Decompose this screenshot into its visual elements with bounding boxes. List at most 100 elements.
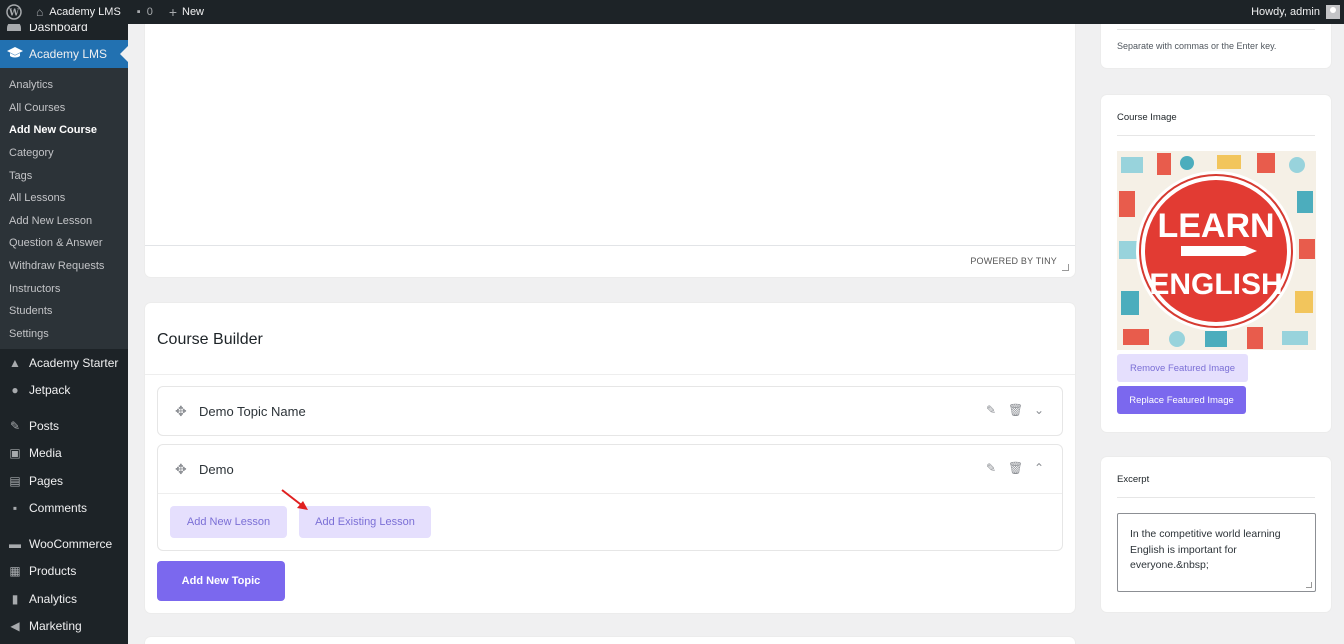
sidebar-item-media[interactable]: ▣ Media xyxy=(0,440,128,468)
tags-input-underline xyxy=(1117,29,1315,30)
trash-icon[interactable]: 🗑 xyxy=(1008,461,1023,475)
submenu-item-add-new-course[interactable]: Add New Course xyxy=(0,119,128,142)
sidebar-item-products[interactable]: ▦ Products xyxy=(0,558,128,586)
sidebar-item-pages[interactable]: ▤ Pages xyxy=(0,467,128,495)
comments-count: 0 xyxy=(146,6,153,18)
submenu-item-question-answer[interactable]: Question & Answer xyxy=(0,232,128,255)
site-name-label: Academy LMS xyxy=(49,6,121,18)
image-text-learn: LEARN xyxy=(1157,207,1274,245)
megaphone-icon: ◀ xyxy=(10,619,20,634)
textarea-resize-handle[interactable] xyxy=(1306,582,1312,588)
sidebar-item-label: Media xyxy=(29,446,62,461)
excerpt-textarea[interactable]: In the competitive world learning Englis… xyxy=(1117,513,1316,592)
featured-image: LEARN ENGLISH xyxy=(1117,151,1316,350)
drag-handle-icon[interactable]: ✥ xyxy=(175,403,187,420)
red-arrow-annotation-icon xyxy=(281,489,308,510)
new-content-link[interactable]: + New xyxy=(161,0,212,24)
divider xyxy=(1117,497,1315,498)
graduation-cap-icon xyxy=(7,46,23,62)
edit-pencil-icon[interactable]: ✎ xyxy=(984,403,998,417)
chevron-down-icon[interactable]: ⌄ xyxy=(1032,403,1046,417)
plus-icon: + xyxy=(168,4,177,20)
admin-bar: W ⌂ Academy LMS ▪ 0 + New Howdy, admin xyxy=(0,0,1344,24)
submenu-item-all-lessons[interactable]: All Lessons xyxy=(0,187,128,210)
sidebar-item-posts[interactable]: ✎ Posts xyxy=(0,412,128,440)
topic-name: Demo xyxy=(199,462,234,477)
sidebar-item-label: Dashboard xyxy=(29,24,88,34)
add-new-lesson-button[interactable]: Add New Lesson xyxy=(170,506,287,538)
pages-icon: ▤ xyxy=(9,473,21,488)
submenu-item-add-new-lesson[interactable]: Add New Lesson xyxy=(0,210,128,233)
topic-item: ✥ Demo Topic Name ✎ 🗑 ⌄ xyxy=(157,386,1063,436)
trash-icon[interactable]: 🗑 xyxy=(1008,403,1023,417)
jetpack-icon: ● xyxy=(11,383,19,398)
academy-submenu: Analytics All Courses Add New Course Cat… xyxy=(0,68,128,350)
add-new-topic-button[interactable]: Add New Topic xyxy=(157,561,285,601)
submenu-item-settings[interactable]: Settings xyxy=(0,323,128,346)
admin-sidebar: Dashboard Academy LMS Analytics All Cour… xyxy=(0,24,128,644)
edit-pencil-icon[interactable]: ✎ xyxy=(984,461,998,475)
divider xyxy=(1117,135,1315,136)
sidebar-item-label: Academy LMS xyxy=(29,47,108,61)
submenu-item-all-courses[interactable]: All Courses xyxy=(0,97,128,120)
course-image-panel: Course Image LEARN ENGLISH Remove Featur… xyxy=(1101,95,1331,432)
sidebar-item-analytics[interactable]: ▮ Analytics xyxy=(0,585,128,613)
sidebar-item-dashboard[interactable]: Dashboard xyxy=(0,24,128,40)
comment-icon: ▪ xyxy=(12,501,18,516)
my-account-link[interactable]: Howdy, admin xyxy=(1243,0,1344,24)
submenu-item-instructors[interactable]: Instructors xyxy=(0,277,128,300)
sidebar-item-academy-starter[interactable]: ▲ Academy Starter xyxy=(0,349,128,377)
description-editor[interactable]: POWERED BY TINY xyxy=(145,10,1075,277)
media-icon: ▣ xyxy=(9,446,21,461)
editor-resize-handle[interactable] xyxy=(1062,264,1069,271)
topic-header[interactable]: ✥ Demo Topic Name ✎ 🗑 ⌄ xyxy=(158,387,1062,437)
sidebar-item-label: Products xyxy=(29,564,77,579)
course-image-title: Course Image xyxy=(1117,112,1177,123)
comment-bubble-icon: ▪ xyxy=(136,6,141,18)
next-panel xyxy=(145,637,1075,644)
replace-featured-image-button[interactable]: Replace Featured Image xyxy=(1117,386,1246,414)
course-builder-panel: Course Builder ✥ Demo Topic Name ✎ 🗑 ⌄ ✥… xyxy=(145,303,1075,613)
sidebar-item-label: Marketing xyxy=(29,619,82,634)
chevron-up-icon[interactable]: ⌃ xyxy=(1032,461,1046,475)
course-builder-title: Course Builder xyxy=(157,331,263,348)
excerpt-text: In the competitive world learning Englis… xyxy=(1130,528,1281,571)
submenu-item-students[interactable]: Students xyxy=(0,300,128,323)
sidebar-item-label: Analytics xyxy=(29,591,78,606)
bar-chart-icon: ▮ xyxy=(11,591,19,606)
sidebar-item-comments[interactable]: ▪ Comments xyxy=(0,495,128,523)
submenu-item-tags[interactable]: Tags xyxy=(0,164,128,187)
sidebar-item-label: Jetpack xyxy=(29,383,71,398)
divider xyxy=(145,374,1075,375)
sidebar-item-academy-lms[interactable]: Academy LMS xyxy=(0,40,128,68)
woocommerce-icon: ▬ xyxy=(9,536,21,551)
drag-handle-icon[interactable]: ✥ xyxy=(175,461,187,478)
submenu-item-category[interactable]: Category xyxy=(0,142,128,165)
greeting-text: Howdy, admin xyxy=(1251,6,1320,18)
sidebar-item-marketing[interactable]: ◀ Marketing xyxy=(0,613,128,641)
tags-help-text: Separate with commas or the Enter key. xyxy=(1117,41,1277,51)
remove-featured-image-button[interactable]: Remove Featured Image xyxy=(1117,354,1248,382)
topic-item: ✥ Demo ✎ 🗑 ⌃ Add New Lesson Add Existing… xyxy=(157,444,1063,551)
site-name-link[interactable]: ⌂ Academy LMS xyxy=(28,0,129,24)
svg-text:W: W xyxy=(8,9,20,19)
dashboard-icon xyxy=(7,24,21,31)
excerpt-panel: Excerpt In the competitive world learnin… xyxy=(1101,457,1331,612)
sidebar-item-woocommerce[interactable]: ▬ WooCommerce xyxy=(0,530,128,558)
graduation-cap-icon: ▲ xyxy=(9,355,21,370)
powered-by-tiny-link[interactable]: POWERED BY TINY xyxy=(970,256,1057,266)
add-existing-lesson-button[interactable]: Add Existing Lesson xyxy=(299,506,431,538)
submenu-item-analytics[interactable]: Analytics xyxy=(0,74,128,97)
avatar xyxy=(1326,5,1340,19)
sidebar-item-jetpack[interactable]: ● Jetpack xyxy=(0,377,128,405)
sidebar-item-label: WooCommerce xyxy=(29,536,113,551)
new-label: New xyxy=(182,6,205,18)
submenu-item-withdraw-requests[interactable]: Withdraw Requests xyxy=(0,255,128,278)
editor-statusbar: POWERED BY TINY xyxy=(145,245,1075,277)
home-icon: ⌂ xyxy=(36,5,44,19)
image-text-english: ENGLISH xyxy=(1149,268,1282,301)
topic-name: Demo Topic Name xyxy=(199,404,306,419)
wordpress-logo-icon[interactable]: W xyxy=(0,0,28,24)
comments-link[interactable]: ▪ 0 xyxy=(129,0,161,24)
sidebar-item-label: Pages xyxy=(29,473,64,488)
